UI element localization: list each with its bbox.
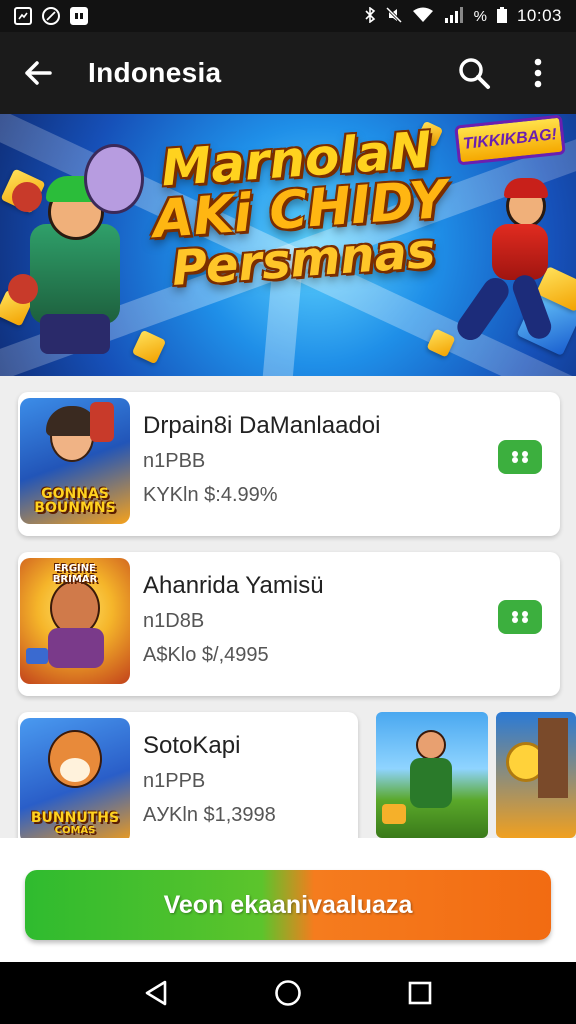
download-button[interactable] bbox=[498, 600, 542, 634]
app-card[interactable]: GONNAS BOUNMNS Drpain8i DaManlaadoi n1PB… bbox=[18, 392, 560, 536]
status-bar: % 10:03 bbox=[0, 0, 576, 32]
page-title: Indonesia bbox=[88, 57, 222, 88]
status-left-icons bbox=[14, 7, 88, 25]
nav-recents-button[interactable] bbox=[396, 969, 444, 1017]
wifi-icon bbox=[412, 7, 434, 26]
nav-back-icon bbox=[145, 980, 167, 1006]
search-button[interactable] bbox=[454, 53, 494, 93]
app-screenshot[interactable] bbox=[376, 712, 488, 838]
app-price: KYKln $:4.99% bbox=[143, 484, 278, 506]
app-thumbnail: ERGINE BRIMAR bbox=[20, 558, 130, 684]
battery-percent-label: % bbox=[473, 7, 487, 25]
more-vert-icon bbox=[534, 58, 542, 88]
app-screenshot[interactable] bbox=[496, 712, 576, 838]
thumbnail-label: GONNAS BOUNMNS bbox=[34, 485, 116, 517]
battery-icon bbox=[496, 6, 507, 26]
nav-recents-icon bbox=[408, 981, 432, 1005]
nav-home-icon bbox=[275, 980, 301, 1006]
app-title: Ahanrida Yamisü bbox=[143, 572, 324, 599]
primary-cta-button[interactable]: Veon ekaanivaaluaza bbox=[25, 870, 551, 940]
app-subtitle: n1PPB bbox=[143, 770, 206, 792]
blocked-icon bbox=[42, 7, 60, 25]
app-list: GONNAS BOUNMNS Drpain8i DaManlaadoi n1PB… bbox=[0, 376, 576, 838]
nav-back-button[interactable] bbox=[132, 969, 180, 1017]
system-nav-bar bbox=[0, 962, 576, 1024]
grid-dots-icon bbox=[512, 451, 528, 463]
app-card[interactable]: BUNNUTHS COMAS SotoKapi n1PPB AУKln $1,3… bbox=[18, 712, 358, 838]
app-subtitle: n1PBB bbox=[143, 450, 206, 472]
app-bar: Indonesia bbox=[0, 32, 576, 114]
mail-icon bbox=[70, 7, 88, 25]
status-right-icons: % 10:03 bbox=[364, 5, 562, 26]
more-options-button[interactable] bbox=[518, 53, 558, 93]
mute-icon bbox=[385, 6, 402, 26]
app-thumbnail: BUNNUTHS COMAS bbox=[20, 718, 130, 838]
app-subtitle: n1D8B bbox=[143, 610, 205, 632]
signal-icon bbox=[444, 6, 464, 26]
bluetooth-icon bbox=[364, 5, 376, 26]
search-icon bbox=[459, 58, 490, 89]
cta-area: Veon ekaanivaaluaza bbox=[0, 838, 576, 962]
promo-banner[interactable]: TIKKIKBAG! MarnolaN AKi CHIDY Persmnas bbox=[0, 114, 576, 376]
app-price: AУKln $1,3998 bbox=[143, 804, 276, 826]
app-card[interactable]: ERGINE BRIMAR Ahanrida Yamisü n1D8B A$Kl… bbox=[18, 552, 560, 696]
thumbnail-label: ERGINE BRIMAR bbox=[52, 563, 98, 585]
nav-home-button[interactable] bbox=[264, 969, 312, 1017]
app-thumbnail: GONNAS BOUNMNS bbox=[20, 398, 130, 524]
download-button[interactable] bbox=[498, 440, 542, 474]
app-bar-actions bbox=[454, 53, 558, 93]
app-title: SotoKapi bbox=[143, 732, 241, 759]
screenshot-icon bbox=[14, 7, 32, 25]
grid-dots-icon bbox=[512, 611, 528, 623]
back-button[interactable] bbox=[18, 53, 58, 93]
app-title: Drpain8i DaManlaadoi bbox=[143, 412, 381, 439]
banner-cube bbox=[131, 329, 167, 365]
thumbnail-label: BUNNUTHS COMAS bbox=[30, 809, 120, 836]
status-time: 10:03 bbox=[516, 6, 562, 25]
banner-title: MarnolaN AKi CHIDY Persmnas bbox=[145, 121, 455, 297]
arrow-left-icon bbox=[25, 61, 52, 85]
app-price: A$Klo $/,4995 bbox=[143, 644, 269, 666]
